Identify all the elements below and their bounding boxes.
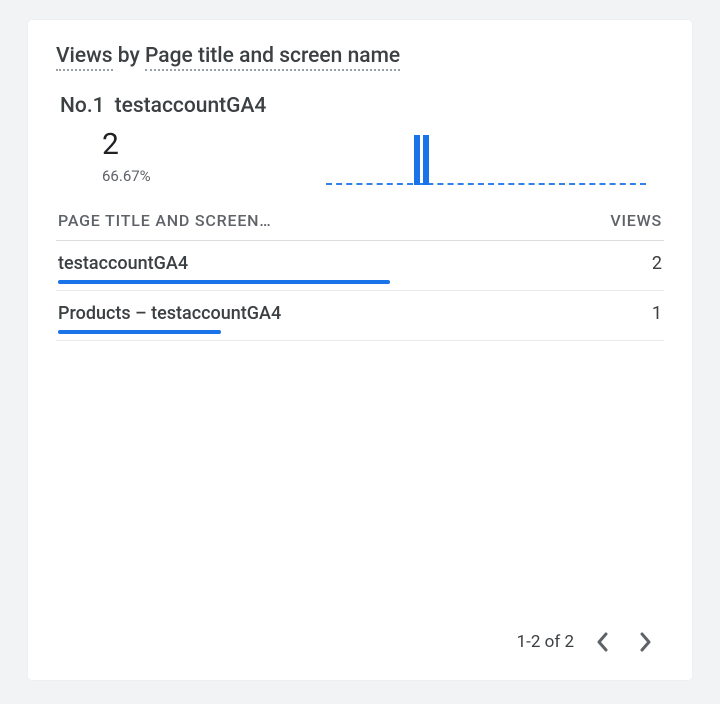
row-bar [58,330,221,334]
table-row[interactable]: testaccountGA4 2 [56,241,664,291]
rank-number: No.1 [60,94,105,118]
row-value: 2 [652,253,662,274]
title-metric: Views [56,44,113,71]
title-dimension: Page title and screen name [145,44,400,71]
views-by-page-card: Views by Page title and screen name No.1… [28,20,692,680]
card-title: Views by Page title and screen name [56,44,664,68]
rank-label: testaccountGA4 [115,94,267,118]
chevron-right-icon [638,632,652,652]
pagination: 1-2 of 2 [56,620,664,660]
table-header: PAGE TITLE AND SCREEN… VIEWS [56,205,664,241]
chevron-left-icon [596,632,610,652]
summary-value: 2 [60,128,266,161]
table-row[interactable]: Products – testaccountGA4 1 [56,291,664,341]
row-label: Products – testaccountGA4 [58,303,281,324]
row-label: testaccountGA4 [58,253,188,274]
sparkline-bar [423,135,429,185]
summary-section: No.1 testaccountGA4 2 66.67% [56,94,664,185]
sparkline-area [266,113,664,185]
pagination-range: 1-2 of 2 [517,632,574,652]
pagination-prev-button[interactable] [590,628,616,656]
pagination-next-button[interactable] [632,628,658,656]
table-header-right: VIEWS [610,211,662,230]
table-header-left: PAGE TITLE AND SCREEN… [58,211,271,230]
row-bar [58,280,390,284]
top-rank-line: No.1 testaccountGA4 [60,94,266,118]
sparkline-chart [326,125,646,185]
sparkline-baseline [326,183,646,185]
summary-percent: 66.67% [60,167,266,185]
table-body: testaccountGA4 2 Products – testaccountG… [56,241,664,341]
row-value: 1 [652,303,662,324]
sparkline-bar [414,135,420,185]
